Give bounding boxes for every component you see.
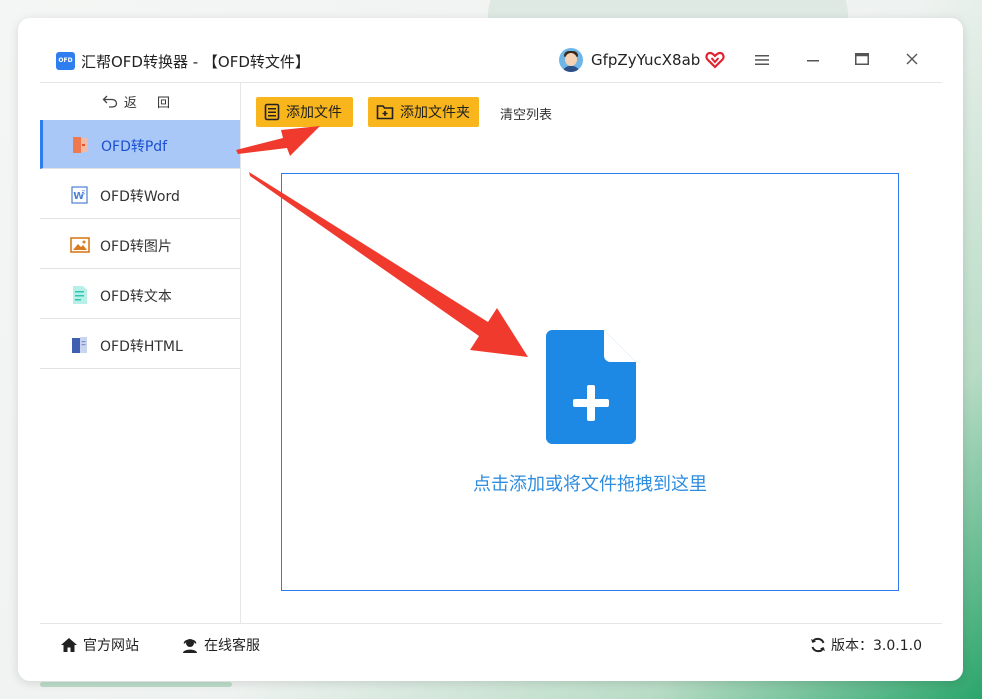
- sidebar-item-ofd-to-text[interactable]: OFD转文本: [40, 270, 240, 319]
- customer-service-icon: [183, 639, 197, 653]
- html-file-icon: [72, 337, 87, 353]
- sidebar-item-ofd-to-pdf[interactable]: OFD转Pdf: [40, 120, 240, 169]
- add-folder-label: 添加文件夹: [400, 105, 470, 121]
- add-file-label: 添加文件: [286, 105, 342, 121]
- sidebar-item-label: OFD转Word: [100, 189, 180, 205]
- sidebar-item-label: OFD转HTML: [100, 339, 183, 355]
- app-logo-icon: OFD: [56, 52, 75, 70]
- online-support-link[interactable]: 在线客服: [181, 635, 260, 655]
- refresh-icon: [811, 637, 825, 653]
- folder-add-icon: [376, 105, 394, 120]
- window-content: OFD 汇帮OFD转换器 - 【OFD转文件】 GfpZyYucX8ab 返 回…: [40, 40, 942, 681]
- text-file-icon: [73, 286, 87, 304]
- title-bar[interactable]: OFD 汇帮OFD转换器 - 【OFD转文件】 GfpZyYucX8ab: [40, 40, 942, 83]
- home-icon: [61, 638, 77, 652]
- minimize-icon[interactable]: [806, 52, 820, 66]
- sidebar-item-ofd-to-image[interactable]: OFD转图片: [40, 220, 240, 269]
- username[interactable]: GfpZyYucX8ab: [591, 51, 700, 69]
- online-support-label: 在线客服: [204, 638, 260, 654]
- sidebar-item-label: OFD转图片: [100, 239, 172, 255]
- menu-icon[interactable]: [755, 54, 769, 66]
- official-website-link[interactable]: 官方网站: [60, 635, 139, 655]
- version-label: 版本：3.0.1.0: [831, 638, 922, 654]
- add-file-button[interactable]: 添加文件: [256, 97, 353, 127]
- drop-zone-hint: 点击添加或将文件拖拽到这里: [473, 474, 707, 495]
- sidebar-item-label: OFD转文本: [100, 289, 172, 305]
- svg-text:W: W: [73, 191, 84, 202]
- back-arrow-icon: [102, 95, 118, 108]
- app-window: OFD 汇帮OFD转换器 - 【OFD转文件】 GfpZyYucX8ab 返 回…: [18, 18, 963, 681]
- file-drop-zone[interactable]: 点击添加或将文件拖拽到这里: [281, 173, 899, 591]
- sidebar-item-label: OFD转Pdf: [101, 139, 168, 155]
- sidebar-item-ofd-to-word[interactable]: W OFD转Word: [40, 170, 240, 219]
- add-file-icon[interactable]: [546, 330, 636, 444]
- close-icon[interactable]: [906, 53, 918, 65]
- word-file-icon: W: [71, 186, 88, 204]
- background-bar: [40, 682, 232, 687]
- image-file-icon: [70, 237, 90, 253]
- sidebar-item-ofd-to-html[interactable]: OFD转HTML: [40, 320, 240, 369]
- version-info[interactable]: 版本：3.0.1.0: [810, 635, 922, 655]
- vip-heart-icon[interactable]: [705, 50, 725, 70]
- official-website-label: 官方网站: [83, 638, 139, 654]
- back-button[interactable]: 返 回: [40, 83, 240, 119]
- footer-bar: 官方网站 在线客服 版本：3.0.1.0: [40, 623, 942, 664]
- clear-list-button[interactable]: 清空列表: [500, 104, 552, 123]
- user-avatar[interactable]: [559, 48, 583, 72]
- add-folder-button[interactable]: 添加文件夹: [368, 97, 479, 127]
- window-title: 汇帮OFD转换器 - 【OFD转文件】: [81, 53, 310, 71]
- file-list-icon: [264, 103, 280, 121]
- maximize-icon[interactable]: [855, 53, 869, 65]
- pdf-file-icon: [73, 137, 88, 153]
- sidebar: 返 回 OFD转Pdf W OFD转Word OFD转图片 OFD转文本 OFD…: [40, 83, 241, 623]
- back-label: 返 回: [123, 95, 179, 111]
